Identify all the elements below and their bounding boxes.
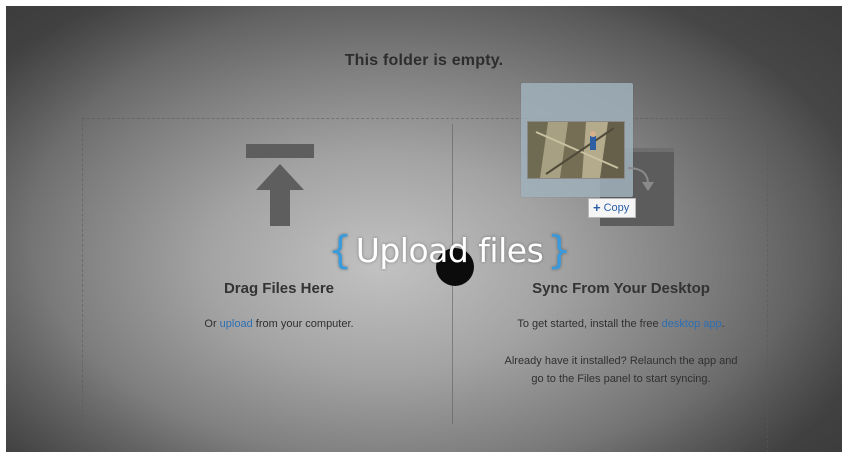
upload-arrow-icon xyxy=(246,144,314,226)
copy-badge: + Copy xyxy=(588,198,637,218)
upload-link[interactable]: upload xyxy=(220,318,253,330)
upload-instructions-prefix: Or xyxy=(204,318,220,330)
install-instructions-suffix: . xyxy=(721,318,725,330)
sync-arrow-icon xyxy=(627,167,654,191)
sync-desktop-heading: Sync From Your Desktop xyxy=(532,280,710,297)
plus-icon: + xyxy=(593,200,601,215)
relaunch-note-line2: go to the Files panel to start syncing. xyxy=(531,373,711,385)
file-thumbnail-image xyxy=(527,121,625,179)
install-instructions-prefix: To get started, install the free xyxy=(517,318,662,330)
brace-left: { xyxy=(328,228,352,272)
upload-instructions-suffix: from your computer. xyxy=(252,318,354,330)
copy-badge-label: Copy xyxy=(603,202,630,214)
empty-folder-title: This folder is empty. xyxy=(344,52,504,69)
upload-files-label: Upload files xyxy=(355,230,544,270)
drag-files-heading: Drag Files Here xyxy=(223,280,335,297)
desktop-app-link[interactable]: desktop app xyxy=(662,318,722,330)
relaunch-note: Already have it installed? Relaunch the … xyxy=(476,352,766,388)
install-instructions: To get started, install the free desktop… xyxy=(454,318,788,330)
files-drop-zone[interactable]: This folder is empty. + Copy Drag Files … xyxy=(6,6,842,452)
relaunch-note-line1: Already have it installed? Relaunch the … xyxy=(504,355,738,367)
upload-instructions: Or upload from your computer. xyxy=(116,318,442,330)
upload-files-overlay[interactable]: { Upload files } xyxy=(324,224,575,276)
brace-right: } xyxy=(547,228,571,272)
